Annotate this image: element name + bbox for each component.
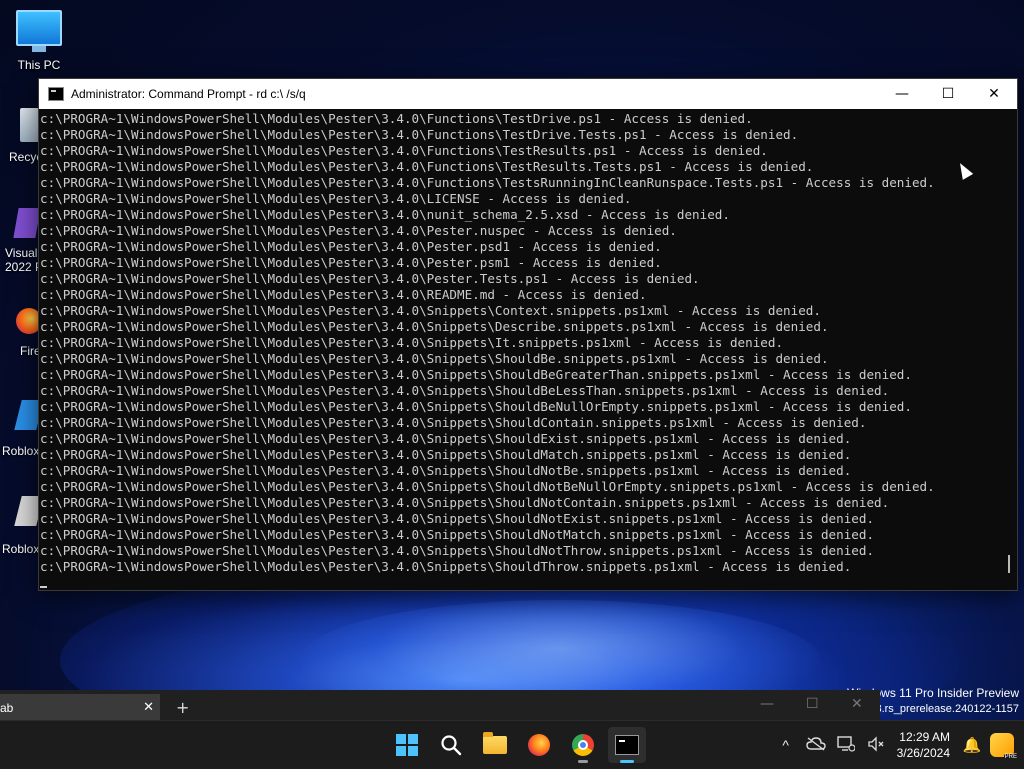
chrome-taskbar-button[interactable] — [564, 727, 602, 763]
desktop-icon-recycle-bin[interactable]: Recyc — [0, 108, 43, 164]
console-line: c:\PROGRA~1\WindowsPowerShell\Modules\Pe… — [40, 527, 875, 542]
firefox-taskbar-button[interactable] — [520, 727, 558, 763]
console-line: c:\PROGRA~1\WindowsPowerShell\Modules\Pe… — [40, 287, 647, 302]
console-line: c:\PROGRA~1\WindowsPowerShell\Modules\Pe… — [40, 383, 890, 398]
desktop-icon-this-pc[interactable]: This PC — [0, 10, 78, 72]
console-line: c:\PROGRA~1\WindowsPowerShell\Modules\Pe… — [40, 111, 753, 126]
console-line: c:\PROGRA~1\WindowsPowerShell\Modules\Pe… — [40, 399, 912, 414]
background-browser-window[interactable]: ab ✕ + — ☐ ✕ — [0, 690, 880, 720]
console-line: c:\PROGRA~1\WindowsPowerShell\Modules\Pe… — [40, 127, 799, 142]
taskbar-apps — [388, 727, 646, 763]
taskbar: ^ 12:29 AM 3/26/2024 🔔 PRE — [0, 720, 1024, 769]
bg-maximize-button[interactable]: ☐ — [806, 696, 819, 712]
console-line: c:\PROGRA~1\WindowsPowerShell\Modules\Pe… — [40, 415, 867, 430]
onedrive-icon[interactable] — [801, 736, 831, 754]
scrollbar-thumb[interactable] — [1008, 555, 1010, 573]
new-tab-button[interactable]: + — [176, 698, 189, 717]
running-indicator — [578, 760, 588, 763]
firefox-icon — [528, 734, 550, 756]
desktop-icon-roblox-studio[interactable]: Roblox — [0, 496, 44, 556]
command-prompt-window[interactable]: Administrator: Command Prompt - rd c:\ /… — [38, 78, 1018, 591]
notification-bell-icon[interactable]: 🔔 — [958, 736, 986, 754]
network-icon[interactable] — [831, 735, 861, 755]
console-line: c:\PROGRA~1\WindowsPowerShell\Modules\Pe… — [40, 303, 821, 318]
terminal-icon — [48, 87, 64, 101]
text-cursor — [40, 586, 47, 588]
minimize-button[interactable]: — — [879, 79, 925, 109]
console-line: c:\PROGRA~1\WindowsPowerShell\Modules\Pe… — [40, 479, 935, 494]
tab-close-icon[interactable]: ✕ — [143, 699, 154, 715]
console-line: c:\PROGRA~1\WindowsPowerShell\Modules\Pe… — [40, 239, 662, 254]
console-output[interactable]: c:\PROGRA~1\WindowsPowerShell\Modules\Pe… — [40, 111, 998, 587]
console-line: c:\PROGRA~1\WindowsPowerShell\Modules\Pe… — [40, 367, 912, 382]
command-prompt-taskbar-button[interactable] — [608, 727, 646, 763]
desktop-icon-label: Fire — [20, 344, 41, 358]
desktop-icon-roblox[interactable]: Roblox — [0, 400, 44, 458]
console-line: c:\PROGRA~1\WindowsPowerShell\Modules\Pe… — [40, 351, 829, 366]
chevron-up-icon[interactable]: ^ — [771, 737, 801, 753]
terminal-icon — [615, 735, 639, 755]
console-line: c:\PROGRA~1\WindowsPowerShell\Modules\Pe… — [40, 511, 875, 526]
visual-studio-icon — [13, 208, 41, 238]
console-line: c:\PROGRA~1\WindowsPowerShell\Modules\Pe… — [40, 319, 829, 334]
bg-minimize-button[interactable]: — — [760, 696, 774, 712]
maximize-button[interactable]: ☐ — [925, 79, 971, 109]
console-line: c:\PROGRA~1\WindowsPowerShell\Modules\Pe… — [40, 431, 852, 446]
desktop-icon-firefox[interactable]: Fire — [0, 308, 42, 358]
console-line: c:\PROGRA~1\WindowsPowerShell\Modules\Pe… — [40, 495, 890, 510]
this-pc-icon — [16, 10, 62, 52]
bg-close-button[interactable]: ✕ — [851, 696, 863, 712]
desktop-icon-visual-studio[interactable]: Visual 2022 P — [0, 208, 43, 274]
browser-tab[interactable]: ab ✕ — [0, 694, 160, 720]
chrome-icon — [572, 734, 594, 756]
desktop-icon-label: This PC — [17, 58, 61, 72]
active-indicator — [620, 760, 634, 763]
clock-time: 12:29 AM — [899, 730, 950, 744]
clock[interactable]: 12:29 AM 3/26/2024 — [897, 729, 950, 761]
console-line: c:\PROGRA~1\WindowsPowerShell\Modules\Pe… — [40, 559, 852, 574]
system-tray: ^ 12:29 AM 3/26/2024 🔔 PRE — [771, 721, 1024, 769]
console-line: c:\PROGRA~1\WindowsPowerShell\Modules\Pe… — [40, 543, 875, 558]
console-line: c:\PROGRA~1\WindowsPowerShell\Modules\Pe… — [40, 335, 784, 350]
console-line: c:\PROGRA~1\WindowsPowerShell\Modules\Pe… — [40, 191, 632, 206]
console-line: c:\PROGRA~1\WindowsPowerShell\Modules\Pe… — [40, 159, 814, 174]
desktop-icon-label: Roblox — [2, 542, 40, 556]
console-line: c:\PROGRA~1\WindowsPowerShell\Modules\Pe… — [40, 175, 935, 190]
console-line: c:\PROGRA~1\WindowsPowerShell\Modules\Pe… — [40, 463, 852, 478]
search-button[interactable] — [432, 727, 470, 763]
console-line: c:\PROGRA~1\WindowsPowerShell\Modules\Pe… — [40, 143, 768, 158]
desktop-icon-label: Recyc — [9, 150, 43, 164]
search-icon — [441, 735, 462, 756]
console-line: c:\PROGRA~1\WindowsPowerShell\Modules\Pe… — [40, 271, 700, 286]
window-title: Administrator: Command Prompt - rd c:\ /… — [71, 87, 306, 101]
window-titlebar[interactable]: Administrator: Command Prompt - rd c:\ /… — [39, 79, 1017, 109]
desktop-icon-label: Visual 2022 P — [5, 246, 43, 274]
start-button[interactable] — [388, 727, 426, 763]
windows-start-icon — [396, 734, 418, 756]
console-line: c:\PROGRA~1\WindowsPowerShell\Modules\Pe… — [40, 207, 730, 222]
file-explorer-button[interactable] — [476, 727, 514, 763]
tab-label: ab — [0, 701, 14, 715]
console-line: c:\PROGRA~1\WindowsPowerShell\Modules\Pe… — [40, 255, 662, 270]
clock-date: 3/26/2024 — [896, 746, 950, 760]
desktop-icon-label: Roblox — [2, 444, 40, 458]
console-line: c:\PROGRA~1\WindowsPowerShell\Modules\Pe… — [40, 223, 677, 238]
console-line: c:\PROGRA~1\WindowsPowerShell\Modules\Pe… — [40, 447, 852, 462]
folder-icon — [483, 732, 507, 754]
copilot-icon[interactable]: PRE — [990, 733, 1018, 760]
close-button[interactable]: ✕ — [971, 79, 1017, 109]
volume-muted-icon[interactable] — [861, 735, 891, 755]
